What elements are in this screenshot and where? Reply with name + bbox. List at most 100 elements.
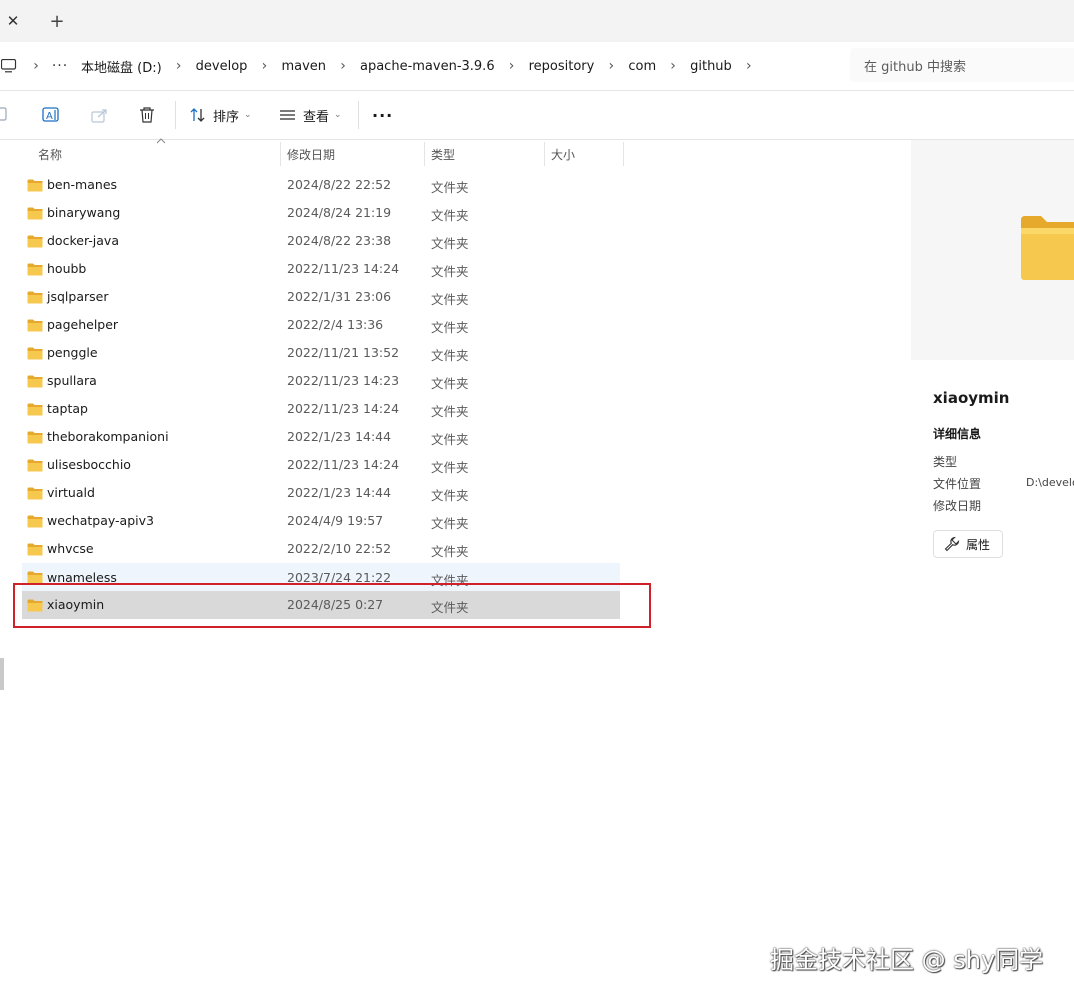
file-name: ulisesbocchio <box>47 457 131 472</box>
rename-button[interactable]: A <box>42 91 62 139</box>
details-type-label: 类型 <box>933 455 958 469</box>
column-divider[interactable] <box>424 142 425 166</box>
file-row[interactable]: penggle 2022/11/21 13:52 文件夹 <box>22 339 620 367</box>
file-row[interactable]: ben-manes 2024/8/22 22:52 文件夹 <box>22 171 620 199</box>
file-modified: 2022/11/23 14:24 <box>287 261 400 276</box>
file-name: wechatpay-apiv3 <box>47 513 154 528</box>
column-header-name-label: 名称 <box>38 147 63 162</box>
file-name: pagehelper <box>47 317 119 332</box>
sort-ascending-icon <box>156 136 166 147</box>
column-header-size[interactable]: 大小 <box>551 140 575 168</box>
delete-button[interactable] <box>139 91 155 139</box>
chevron-right-icon[interactable]: › <box>598 58 624 74</box>
file-row[interactable]: pagehelper 2022/2/4 13:36 文件夹 <box>22 311 620 339</box>
annotation-highlight-box <box>13 583 651 628</box>
breadcrumb-item-develop[interactable]: develop <box>192 59 252 74</box>
search-input[interactable]: 在 github 中搜索 <box>850 48 1074 82</box>
chevron-right-icon[interactable]: › <box>330 58 356 74</box>
column-header-name[interactable]: 名称 <box>38 140 62 168</box>
file-modified: 2022/2/4 13:36 <box>287 317 384 332</box>
file-row[interactable]: taptap 2022/11/23 14:24 文件夹 <box>22 395 620 423</box>
search-placeholder: 在 github 中搜索 <box>864 59 966 75</box>
file-list: 名称 修改日期 类型 大小 ben-manes 2024/8/22 22:52 文件… <box>8 138 908 998</box>
file-row[interactable]: whvcse 2022/2/10 22:52 文件夹 <box>22 535 620 563</box>
chevron-right-icon[interactable]: › <box>166 58 192 74</box>
file-modified: 2022/11/23 14:24 <box>287 401 400 416</box>
file-modified: 2022/1/23 14:44 <box>287 429 392 444</box>
folder-icon <box>27 487 43 503</box>
file-row[interactable]: houbb 2022/11/23 14:24 文件夹 <box>22 255 620 283</box>
chevron-down-icon: ⌄ <box>244 110 252 120</box>
sort-button[interactable]: 排序 ⌄ <box>190 91 252 139</box>
folder-icon <box>27 459 43 475</box>
chevron-right-icon[interactable]: › <box>660 58 686 74</box>
chevron-right-icon[interactable]: › <box>251 58 277 74</box>
file-name: whvcse <box>47 541 94 556</box>
chevron-down-icon: ⌄ <box>334 110 342 120</box>
file-modified: 2024/8/22 22:52 <box>287 177 392 192</box>
this-pc-icon[interactable] <box>1 59 23 73</box>
breadcrumb-item-maven[interactable]: maven <box>277 59 330 74</box>
breadcrumb-overflow-button[interactable]: ··· <box>49 58 71 74</box>
folder-icon <box>27 543 43 559</box>
file-row[interactable]: virtuald 2022/1/23 14:44 文件夹 <box>22 479 620 507</box>
file-row[interactable]: spullara 2022/11/23 14:23 文件夹 <box>22 367 620 395</box>
watermark: 掘金技术社区 @ shy同学 <box>770 946 1044 974</box>
file-row[interactable]: jsqlparser 2022/1/31 23:06 文件夹 <box>22 283 620 311</box>
file-modified: 2022/11/23 14:24 <box>287 457 400 472</box>
chevron-right-icon[interactable]: › <box>23 58 49 74</box>
breadcrumb-item-drive[interactable]: 本地磁盘 (D:) <box>77 57 166 76</box>
breadcrumb-item-com[interactable]: com <box>624 59 660 74</box>
details-modified-label: 修改日期 <box>933 499 982 513</box>
file-modified: 2022/2/10 22:52 <box>287 541 392 556</box>
file-row[interactable]: ulisesbocchio 2022/11/23 14:24 文件夹 <box>22 451 620 479</box>
file-type: 文件夹 <box>431 292 469 307</box>
details-location-label: 文件位置 <box>933 477 982 491</box>
file-type: 文件夹 <box>431 376 469 391</box>
address-row: › ··· 本地磁盘 (D:) › develop › maven › apac… <box>0 42 1074 91</box>
column-header-type[interactable]: 类型 <box>431 140 455 168</box>
file-modified: 2024/4/9 19:57 <box>287 513 384 528</box>
breadcrumb[interactable]: › ··· 本地磁盘 (D:) › develop › maven › apac… <box>0 48 838 84</box>
tab-strip: ✕ + <box>0 0 1074 42</box>
properties-button[interactable]: 属性 <box>933 530 1003 558</box>
folder-icon <box>27 431 43 447</box>
file-row[interactable]: theborakompanioni 2022/1/23 14:44 文件夹 <box>22 423 620 451</box>
chevron-right-icon[interactable]: › <box>736 58 762 74</box>
column-header-size-label: 大小 <box>551 147 576 162</box>
chevron-right-icon[interactable]: › <box>499 58 525 74</box>
toolbar-divider <box>358 101 359 129</box>
file-type: 文件夹 <box>431 488 469 503</box>
breadcrumb-item-repository[interactable]: repository <box>525 59 599 74</box>
svg-text:A: A <box>46 111 53 122</box>
file-type: 文件夹 <box>431 320 469 335</box>
file-row[interactable]: binarywang 2024/8/24 21:19 文件夹 <box>22 199 620 227</box>
view-button[interactable]: 查看 ⌄ <box>279 91 342 139</box>
column-divider[interactable] <box>280 142 281 166</box>
column-divider[interactable] <box>544 142 545 166</box>
breadcrumb-item-github[interactable]: github <box>686 59 736 74</box>
file-type: 文件夹 <box>431 544 469 559</box>
wrench-icon <box>944 536 960 552</box>
file-type: 文件夹 <box>431 348 469 363</box>
scrollbar-thumb[interactable] <box>0 658 4 690</box>
more-icon[interactable]: ··· <box>372 91 393 139</box>
column-header-modified[interactable]: 修改日期 <box>287 140 335 168</box>
file-modified: 2022/11/23 14:23 <box>287 373 400 388</box>
file-row[interactable]: docker-java 2024/8/22 23:38 文件夹 <box>22 227 620 255</box>
new-tab-icon[interactable]: + <box>44 0 70 42</box>
close-tab-icon[interactable]: ✕ <box>0 0 26 42</box>
view-icon <box>279 108 296 122</box>
share-button[interactable] <box>91 91 109 139</box>
file-type: 文件夹 <box>431 236 469 251</box>
folder-icon <box>27 207 43 223</box>
rename-icon: A <box>42 106 62 124</box>
column-divider[interactable] <box>623 142 624 166</box>
file-row[interactable]: wechatpay-apiv3 2024/4/9 19:57 文件夹 <box>22 507 620 535</box>
toolbar-divider <box>175 101 176 129</box>
column-header-modified-label: 修改日期 <box>287 147 336 162</box>
copy-button[interactable] <box>0 91 10 139</box>
breadcrumb-item-apache-maven[interactable]: apache-maven-3.9.6 <box>356 59 499 74</box>
copy-icon <box>0 107 10 123</box>
file-name: docker-java <box>47 233 119 248</box>
